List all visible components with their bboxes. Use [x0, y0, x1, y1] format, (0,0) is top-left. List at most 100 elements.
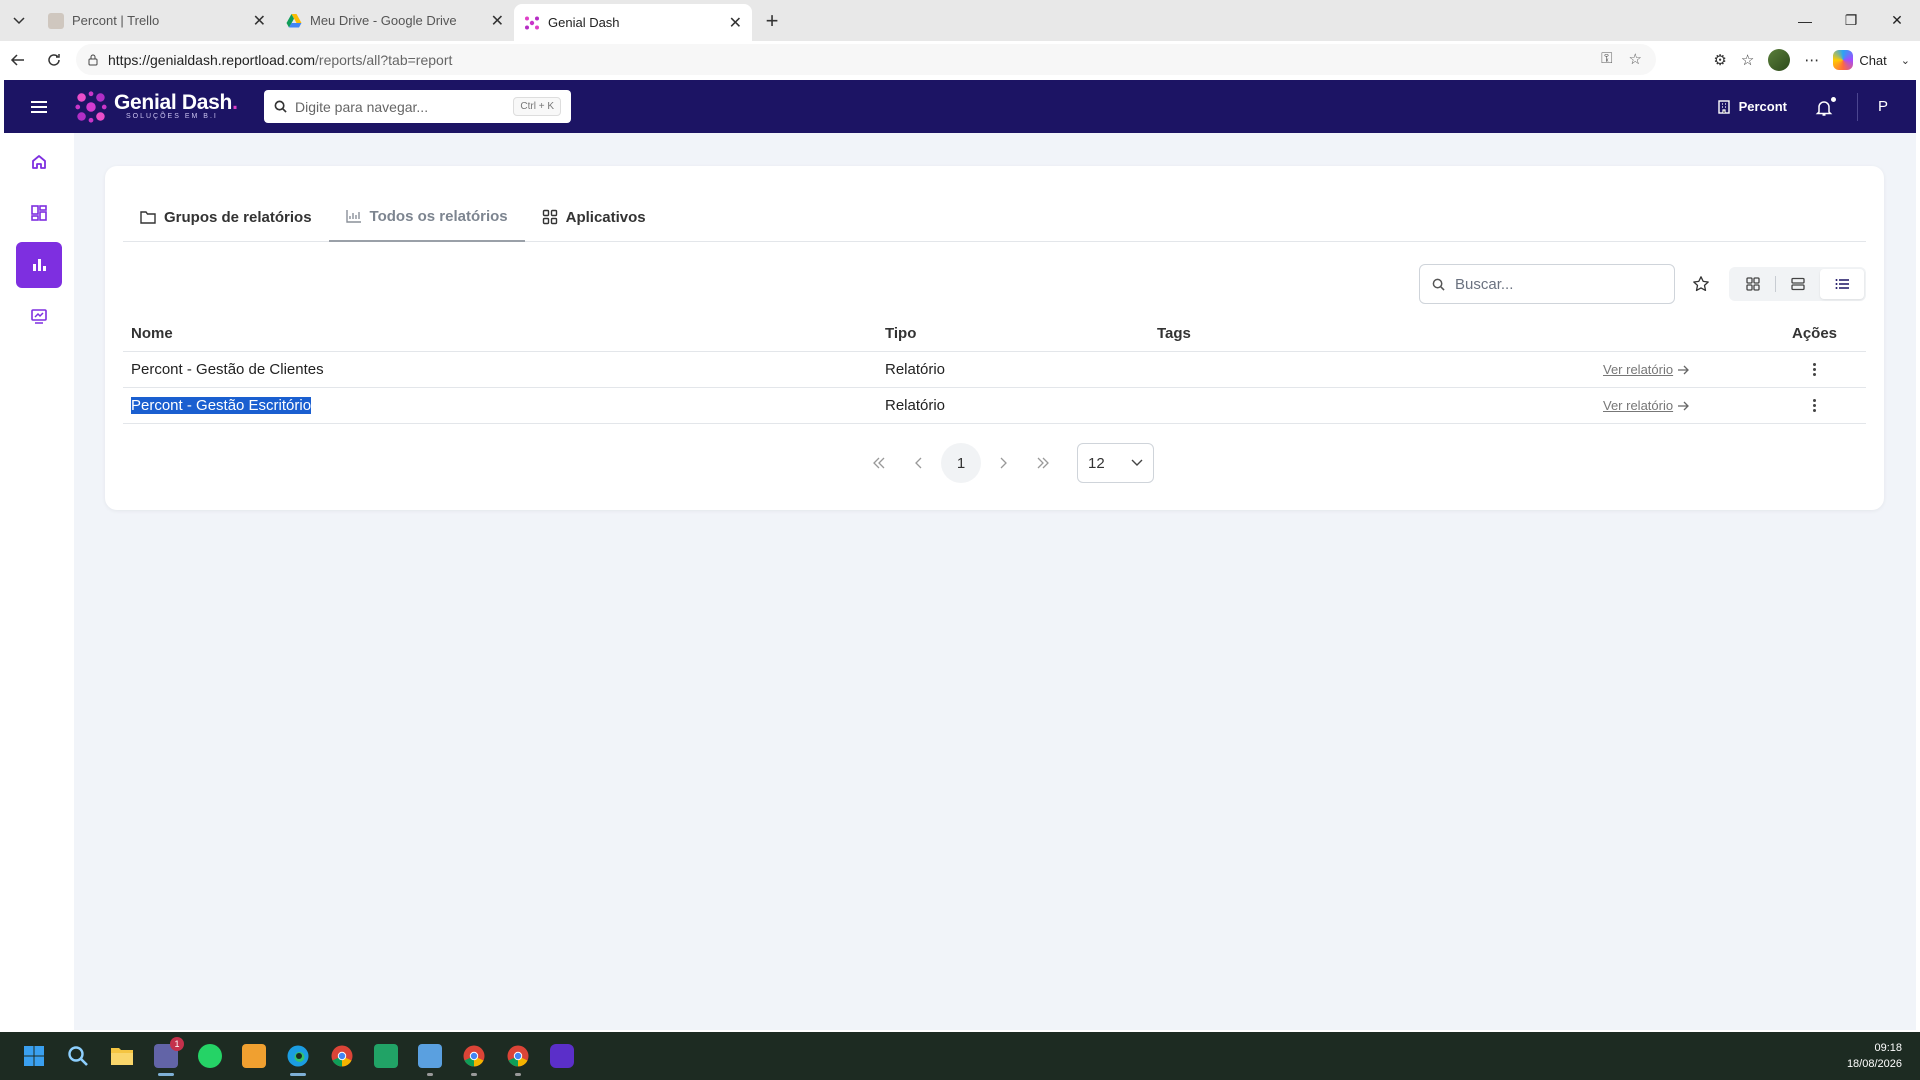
- search-taskbar-button[interactable]: [56, 1034, 100, 1078]
- profile-avatar[interactable]: [1768, 49, 1791, 71]
- system-clock[interactable]: 09:18 18/08/2026: [1847, 1040, 1902, 1072]
- current-page[interactable]: 1: [941, 443, 981, 483]
- whatsapp-button[interactable]: [188, 1034, 232, 1078]
- row-actions[interactable]: [1763, 363, 1866, 376]
- tab-all-reports[interactable]: Todos os relatórios: [328, 192, 525, 242]
- chrome-button[interactable]: [320, 1034, 364, 1078]
- extensions-icon[interactable]: ⚙: [1713, 51, 1726, 69]
- table-row[interactable]: Percont - Gestão Escritório Relatório Ve…: [123, 388, 1866, 424]
- tab-title: Genial Dash: [548, 15, 620, 30]
- chevron-down-icon[interactable]: ⌄: [1901, 54, 1910, 67]
- page-size-select[interactable]: 12: [1077, 443, 1154, 483]
- brand-logo[interactable]: Genial Dash. SOLUÇÕES EM B.I: [74, 90, 238, 124]
- omnibox-actions: ⚿ ☆: [1601, 50, 1642, 68]
- sidebar-item-presentations[interactable]: [16, 293, 62, 339]
- notification-dot: [1829, 95, 1837, 103]
- browser-tab-trello[interactable]: Percont | Trello ✕: [38, 4, 276, 37]
- tab-label: Aplicativos: [565, 208, 646, 226]
- url-host: https://genialdash.reportload.com: [108, 51, 316, 68]
- spreadsheet-icon: [374, 1044, 398, 1068]
- row-actions[interactable]: [1763, 399, 1866, 412]
- chrome-profile-2-button[interactable]: [496, 1034, 540, 1078]
- last-page-button[interactable]: [1023, 443, 1063, 483]
- mail-app-button[interactable]: [232, 1034, 276, 1078]
- reload-button[interactable]: [36, 44, 72, 76]
- page-size-value: 12: [1088, 454, 1105, 472]
- column-header-tags[interactable]: Tags: [1157, 325, 1603, 342]
- favorite-star-icon[interactable]: ☆: [1629, 50, 1642, 68]
- view-grid-button[interactable]: [1731, 269, 1775, 299]
- chevrons-left-icon: [873, 457, 885, 469]
- remote-desktop-button[interactable]: [408, 1034, 452, 1078]
- arrow-right-icon: [1678, 365, 1690, 374]
- file-explorer-button[interactable]: [100, 1034, 144, 1078]
- sidebar-item-dashboards[interactable]: [16, 190, 62, 236]
- report-name[interactable]: Percont - Gestão de Clientes: [123, 361, 885, 378]
- back-button[interactable]: [0, 44, 36, 76]
- column-header-name[interactable]: Nome: [123, 325, 885, 342]
- building-icon: [1717, 99, 1730, 114]
- browser-tab-drive[interactable]: Meu Drive - Google Drive ✕: [276, 4, 514, 37]
- url-bar[interactable]: https://genialdash.reportload.com/report…: [76, 44, 1656, 75]
- favorites-icon[interactable]: ☆: [1741, 51, 1754, 69]
- key-icon[interactable]: ⚿: [1601, 50, 1612, 68]
- navigation-search[interactable]: Digite para navegar... Ctrl + K: [264, 90, 571, 123]
- grid-icon: [542, 209, 557, 225]
- list-view-icon: [1835, 279, 1849, 289]
- view-list-button[interactable]: [1820, 269, 1864, 299]
- app-icon: [550, 1044, 574, 1068]
- tab-label: Todos os relatórios: [369, 207, 508, 225]
- first-page-button[interactable]: [859, 443, 899, 483]
- new-tab-button[interactable]: +: [756, 4, 788, 37]
- column-header-type[interactable]: Tipo: [885, 325, 1157, 342]
- tab-list-button[interactable]: [0, 0, 38, 41]
- report-name-cell[interactable]: Percont - Gestão Escritório: [123, 397, 885, 414]
- next-page-button[interactable]: [983, 443, 1023, 483]
- view-cards-button[interactable]: [1776, 269, 1820, 299]
- genial-dash-logo-icon: [75, 90, 107, 123]
- dashboard-icon: [31, 205, 47, 221]
- notifications-button[interactable]: [1815, 95, 1837, 118]
- tab-apps[interactable]: Aplicativos: [525, 192, 663, 242]
- view-report-link[interactable]: Ver relatório: [1603, 398, 1763, 413]
- reports-search-input[interactable]: Buscar...: [1419, 264, 1675, 304]
- sidebar-item-reports[interactable]: [16, 242, 62, 288]
- hamburger-icon: [31, 105, 47, 108]
- close-icon[interactable]: ✕: [729, 13, 742, 33]
- close-window-icon[interactable]: ✕: [1874, 0, 1920, 41]
- sidebar: [4, 133, 74, 1030]
- rows-view-icon: [1791, 277, 1805, 291]
- close-icon[interactable]: ✕: [491, 11, 504, 31]
- report-name[interactable]: Percont - Gestão Escritório: [131, 397, 312, 414]
- organization-button[interactable]: Percont: [1717, 99, 1787, 114]
- sidebar-item-home[interactable]: [16, 139, 62, 185]
- table-row[interactable]: Percont - Gestão de Clientes Relatório V…: [123, 352, 1866, 388]
- navbar-right: Percont P: [1717, 80, 1916, 133]
- genial-dash-favicon-icon: [524, 15, 540, 31]
- teams-button[interactable]: 1: [144, 1034, 188, 1078]
- url-text: https://genialdash.reportload.com/report…: [108, 52, 452, 68]
- start-button[interactable]: [12, 1034, 56, 1078]
- prev-page-button[interactable]: [899, 443, 939, 483]
- copilot-label: Chat: [1859, 52, 1887, 68]
- brand-dot: .: [232, 90, 238, 114]
- restore-icon[interactable]: ❐: [1828, 0, 1874, 41]
- more-icon[interactable]: ⋯: [1804, 51, 1819, 69]
- browser-tab-genial-dash[interactable]: Genial Dash ✕: [514, 4, 752, 41]
- view-report-link[interactable]: Ver relatório: [1603, 362, 1763, 377]
- close-icon[interactable]: ✕: [253, 11, 266, 31]
- favorites-filter-button[interactable]: [1679, 264, 1723, 304]
- menu-button[interactable]: [4, 80, 74, 133]
- sheets-button[interactable]: [364, 1034, 408, 1078]
- chrome-icon: [331, 1045, 353, 1067]
- user-avatar[interactable]: P: [1878, 98, 1888, 115]
- shortcut-hint: Ctrl + K: [513, 97, 561, 116]
- copilot-icon: [1833, 50, 1854, 70]
- copilot-chat-button[interactable]: Chat: [1833, 50, 1887, 70]
- chrome-profile-button[interactable]: [452, 1034, 496, 1078]
- windows-taskbar: 1 09:18 18/08/2026: [0, 1032, 1920, 1080]
- minimize-icon[interactable]: —: [1782, 0, 1828, 41]
- tab-report-groups[interactable]: Grupos de relatórios: [123, 192, 329, 242]
- app-button[interactable]: [540, 1034, 584, 1078]
- edge-browser-button[interactable]: [276, 1034, 320, 1078]
